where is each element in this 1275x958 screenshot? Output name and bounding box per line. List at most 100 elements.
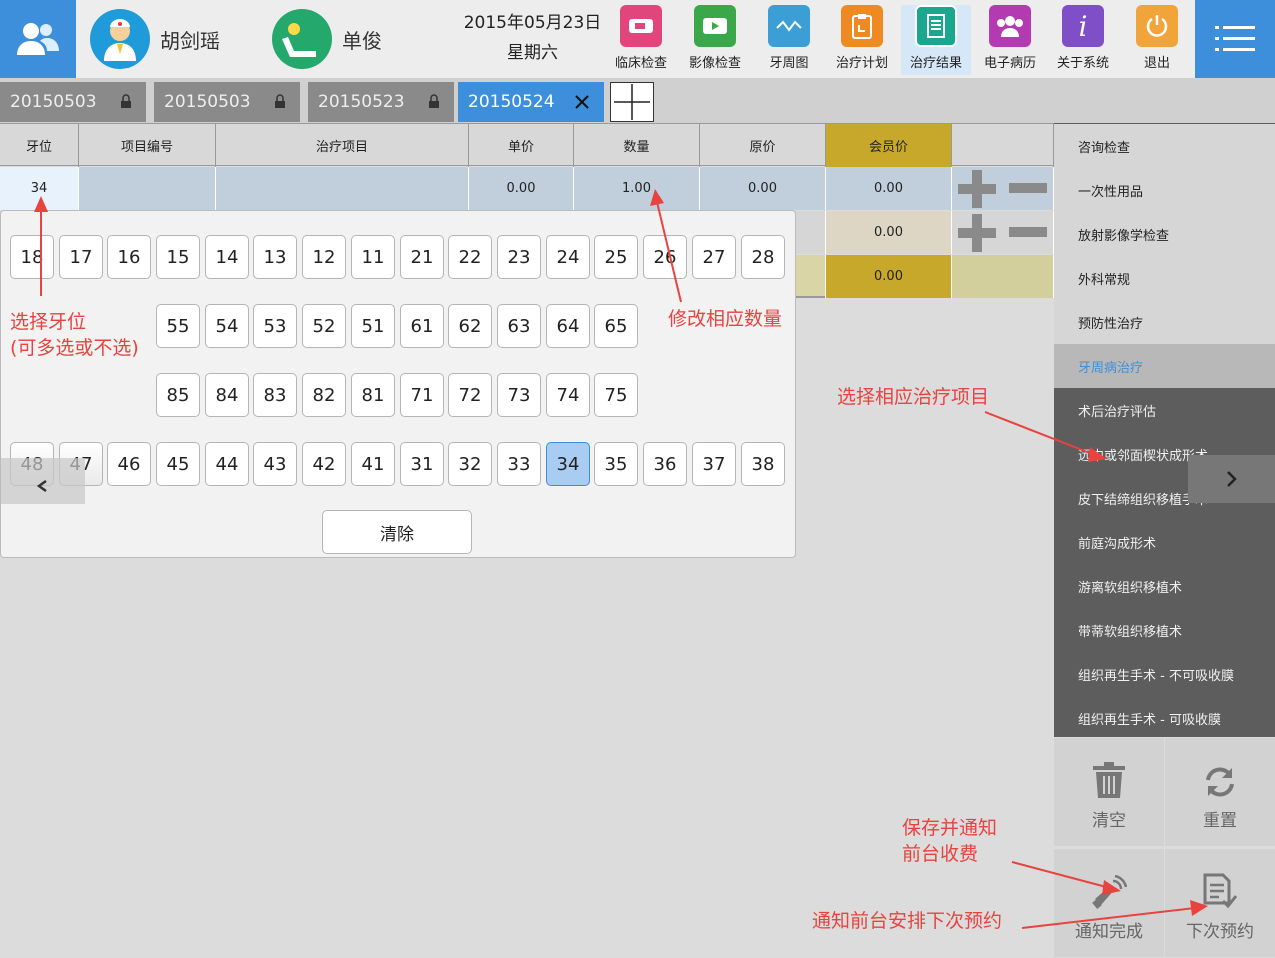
side-item[interactable]: 外科常规 — [1054, 256, 1275, 300]
toolbar-clinical-exam[interactable]: 临床检查 — [606, 5, 676, 75]
notify-done-button[interactable]: 通知完成 — [1054, 849, 1164, 957]
tooth-button[interactable]: 64 — [546, 304, 590, 348]
cell-member-price: 0.00 — [826, 167, 952, 210]
tooth-button[interactable]: 55 — [156, 304, 200, 348]
toolbar-periodontal-chart[interactable]: 牙周图 — [754, 5, 824, 75]
tooth-button[interactable]: 65 — [594, 304, 638, 348]
clear-tooth-button[interactable]: 清除 — [322, 510, 472, 554]
tooth-button[interactable]: 82 — [302, 373, 346, 417]
table-header: 牙位 项目编号 治疗项目 单价 数量 原价 会员价 — [0, 123, 1054, 167]
toolbar-treatment-plan[interactable]: 治疗计划 — [827, 5, 897, 75]
tooth-button[interactable]: 33 — [497, 442, 541, 486]
tooth-button[interactable]: 46 — [107, 442, 151, 486]
cell-item[interactable] — [216, 167, 469, 210]
tooth-button[interactable]: 81 — [351, 373, 395, 417]
side-item[interactable]: 带蒂软组织移植术 — [1054, 608, 1275, 652]
tooth-button[interactable]: 26 — [643, 235, 687, 279]
tooth-button[interactable]: 62 — [448, 304, 492, 348]
tooth-button[interactable]: 16 — [107, 235, 151, 279]
add-row-icon[interactable] — [958, 169, 997, 208]
tooth-button[interactable]: 72 — [448, 373, 492, 417]
tooth-button[interactable]: 44 — [205, 442, 249, 486]
tooth-button[interactable]: 28 — [741, 235, 785, 279]
tooth-button[interactable]: 36 — [643, 442, 687, 486]
tooth-button[interactable]: 73 — [497, 373, 541, 417]
tooth-button[interactable]: 11 — [351, 235, 395, 279]
cell-code[interactable] — [79, 167, 216, 210]
tooth-button[interactable]: 42 — [302, 442, 346, 486]
cell-tooth[interactable]: 34 — [0, 167, 79, 210]
toolbar-logout[interactable]: 退出 — [1122, 5, 1192, 75]
tooth-button[interactable]: 18 — [10, 235, 54, 279]
tooth-button[interactable]: 38 — [741, 442, 785, 486]
tooth-button[interactable]: 61 — [400, 304, 444, 348]
tooth-button[interactable]: 54 — [205, 304, 249, 348]
add-row-icon[interactable] — [958, 213, 997, 252]
tooth-button[interactable]: 75 — [594, 373, 638, 417]
side-item[interactable]: 组织再生手术 - 不可吸收膜 — [1054, 652, 1275, 696]
users-button[interactable] — [0, 0, 76, 78]
clear-all-button[interactable]: 清空 — [1054, 738, 1164, 846]
tooth-button[interactable]: 83 — [253, 373, 297, 417]
notify-done-label: 通知完成 — [1075, 922, 1143, 942]
tooth-button[interactable]: 27 — [692, 235, 736, 279]
tooth-button[interactable]: 41 — [351, 442, 395, 486]
toolbar-about[interactable]: i 关于系统 — [1048, 5, 1118, 75]
tab-label: 20150503 — [164, 92, 251, 112]
toolbar-emr[interactable]: 电子病历 — [975, 5, 1045, 75]
side-item[interactable]: 游离软组织移植术 — [1054, 564, 1275, 608]
tooth-button[interactable]: 17 — [59, 235, 103, 279]
visit-tab[interactable]: 20150503 — [154, 82, 300, 122]
side-item-selected[interactable]: 牙周病治疗 — [1054, 344, 1275, 388]
visit-tab-active[interactable]: 20150524 — [458, 82, 604, 122]
tooth-button[interactable]: 31 — [400, 442, 444, 486]
close-icon[interactable] — [574, 94, 590, 110]
tooth-button[interactable]: 84 — [205, 373, 249, 417]
tooth-button[interactable]: 35 — [594, 442, 638, 486]
tooth-button[interactable]: 12 — [302, 235, 346, 279]
tooth-button[interactable]: 37 — [692, 442, 736, 486]
add-tab-button[interactable] — [610, 82, 654, 122]
tooth-button-selected[interactable]: 34 — [546, 442, 590, 486]
tooth-button[interactable]: 45 — [156, 442, 200, 486]
visit-tab[interactable]: 20150523 — [308, 82, 454, 122]
submenu-expand-button[interactable] — [1188, 455, 1275, 503]
tooth-button[interactable]: 23 — [497, 235, 541, 279]
tooth-button[interactable]: 74 — [546, 373, 590, 417]
tooth-button[interactable]: 71 — [400, 373, 444, 417]
table-row[interactable]: 34 0.00 1.00 0.00 0.00 — [0, 167, 1054, 210]
plus-icon — [614, 84, 650, 120]
reset-button[interactable]: 重置 — [1165, 738, 1275, 846]
tooth-button[interactable]: 15 — [156, 235, 200, 279]
side-item[interactable]: 放射影像学检查 — [1054, 212, 1275, 256]
side-item[interactable]: 术后治疗评估 — [1054, 388, 1275, 432]
scroll-left-button[interactable] — [1, 458, 85, 504]
cell-qty[interactable]: 1.00 — [574, 167, 700, 210]
remove-row-icon[interactable] — [1008, 182, 1047, 195]
toolbar-imaging-exam[interactable]: 影像检查 — [680, 5, 750, 75]
tooth-button[interactable]: 22 — [448, 235, 492, 279]
remove-row-icon[interactable] — [1008, 226, 1047, 239]
tooth-button[interactable]: 32 — [448, 442, 492, 486]
side-item[interactable]: 前庭沟成形术 — [1054, 520, 1275, 564]
side-item[interactable]: 预防性治疗 — [1054, 300, 1275, 344]
tooth-button[interactable]: 43 — [253, 442, 297, 486]
side-item[interactable]: 咨询检查 — [1054, 124, 1275, 168]
tooth-button[interactable]: 51 — [351, 304, 395, 348]
tooth-button[interactable]: 21 — [400, 235, 444, 279]
tooth-button[interactable]: 63 — [497, 304, 541, 348]
next-appointment-button[interactable]: 下次预约 — [1165, 849, 1275, 957]
tooth-button[interactable]: 13 — [253, 235, 297, 279]
visit-tab[interactable]: 20150503 — [0, 82, 146, 122]
tooth-button[interactable]: 25 — [594, 235, 638, 279]
tooth-button[interactable]: 24 — [546, 235, 590, 279]
menu-button[interactable] — [1195, 0, 1275, 78]
tooth-button[interactable]: 85 — [156, 373, 200, 417]
tooth-button[interactable]: 52 — [302, 304, 346, 348]
toolbar-label: 影像检查 — [688, 56, 741, 71]
toolbar-treatment-result[interactable]: 治疗结果 — [901, 5, 971, 75]
tooth-button[interactable]: 14 — [205, 235, 249, 279]
tooth-button[interactable]: 53 — [253, 304, 297, 348]
side-item[interactable]: 一次性用品 — [1054, 168, 1275, 212]
side-item[interactable]: 组织再生手术 - 可吸收膜 — [1054, 696, 1275, 740]
